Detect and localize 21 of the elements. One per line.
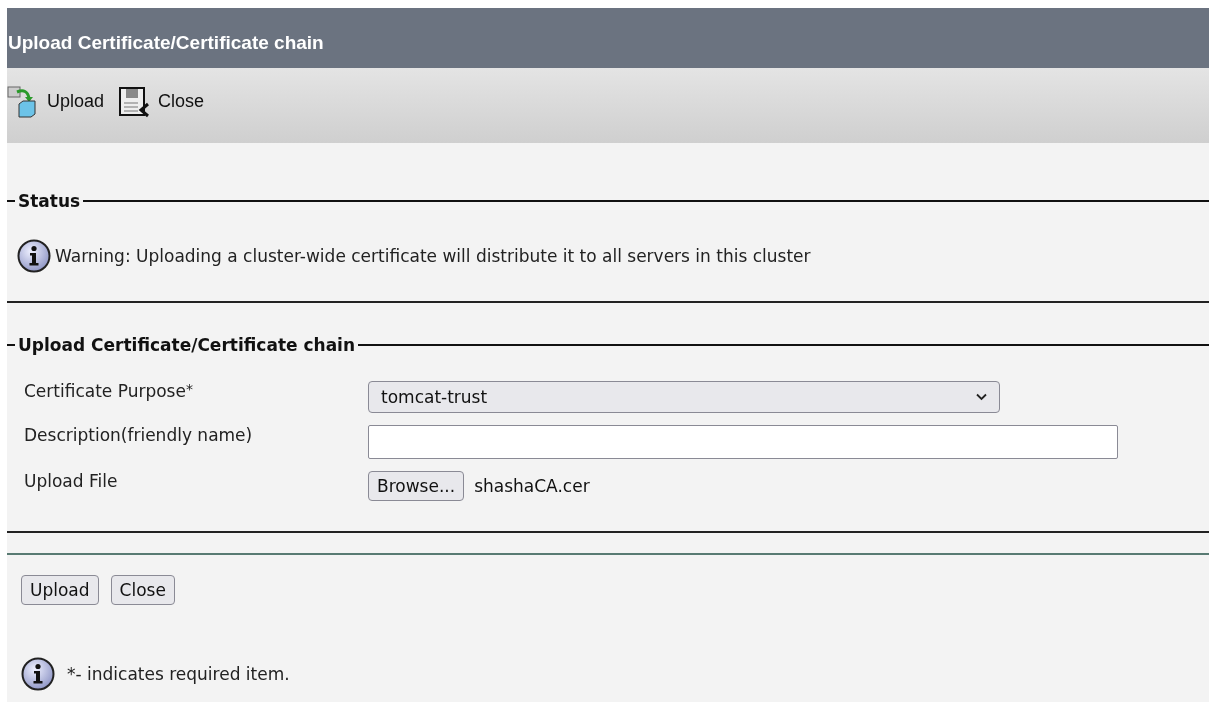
text-field[interactable] <box>368 425 1118 459</box>
form-button[interactable]: Close <box>110 575 175 605</box>
floppy-disk-icon <box>118 85 151 118</box>
field-label: Description(friendly name) <box>24 425 254 445</box>
field-label: Upload File <box>24 471 119 491</box>
info-icon <box>21 657 55 691</box>
dropdown[interactable]: tomcat-trust <box>368 381 1000 413</box>
file-name: shashaCA.cer <box>474 476 590 496</box>
field-label: Certificate Purpose* <box>24 381 194 401</box>
info-icon <box>17 239 51 273</box>
chevron-down-icon <box>976 393 987 401</box>
form-button[interactable]: Upload <box>21 575 99 605</box>
upload-icon <box>7 85 39 118</box>
toolbar-button[interactable]: Upload <box>7 85 105 118</box>
section-legend: Status <box>15 191 84 211</box>
section-legend: Upload Certificate/Certificate chain <box>15 335 359 355</box>
window-title: Upload Certificate/Certificate chain <box>8 32 324 54</box>
required-note: *- indicates required item. <box>67 664 290 684</box>
warning-message: Warning: Uploading a cluster-wide certificate will distribute it to all servers in this cluster <box>55 246 811 266</box>
toolbar-button[interactable]: Close <box>118 85 205 118</box>
browse-button[interactable]: Browse... <box>368 471 465 501</box>
